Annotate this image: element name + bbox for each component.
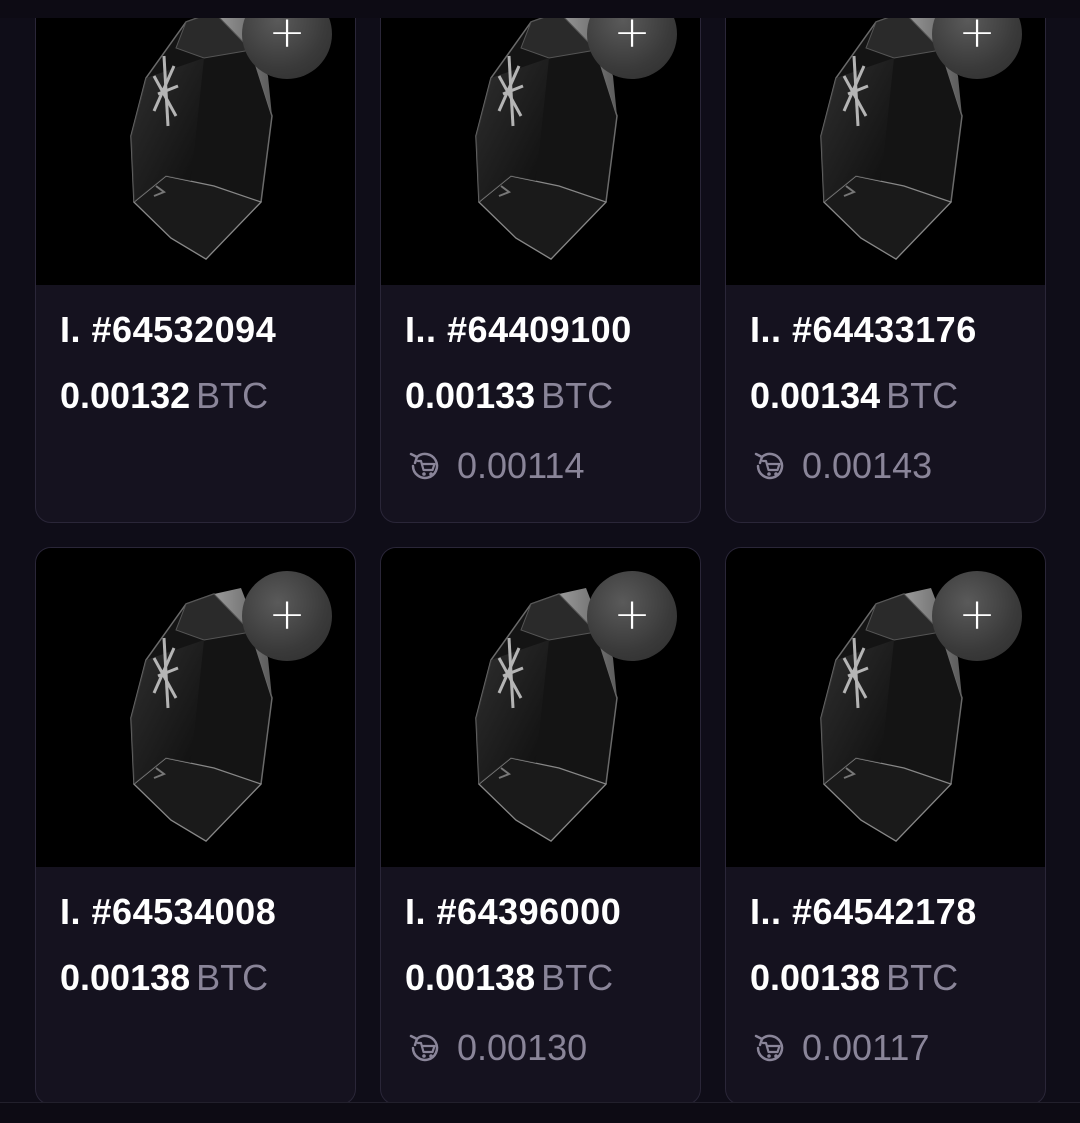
item-grid: + I. #64532094 0.00132 BTC + I.. #644091… — [35, 0, 1046, 1105]
price-value: 0.00138 — [750, 957, 881, 998]
item-name-prefix: I.. — [750, 891, 782, 932]
item-image[interactable]: + — [36, 548, 355, 867]
item-price: 0.00133 BTC — [405, 373, 700, 419]
bottom-bar — [0, 1102, 1080, 1123]
item-number: #64396000 — [436, 891, 622, 932]
add-to-cart-button[interactable]: + — [932, 571, 1022, 661]
plus-icon: + — [958, 589, 996, 640]
price-currency: BTC — [541, 375, 614, 416]
item-name[interactable]: I. #64396000 — [405, 889, 700, 935]
item-info: I. #64396000 0.00138 BTC 0.00130 — [381, 867, 700, 1071]
last-sale: 0.00114 — [405, 443, 700, 489]
item-image[interactable]: + — [381, 0, 700, 285]
item-price: 0.00134 BTC — [750, 373, 1045, 419]
item-price: 0.00138 BTC — [750, 955, 1045, 1001]
cart-refresh-icon — [409, 452, 439, 480]
plus-icon: + — [268, 589, 306, 640]
item-card-3[interactable]: + I.. #64433176 0.00134 BTC 0.00143 — [725, 0, 1046, 523]
item-price: 0.00138 BTC — [405, 955, 700, 1001]
item-number: #64532094 — [91, 309, 277, 350]
item-name[interactable]: I.. #64542178 — [750, 889, 1045, 935]
last-sale-value: 0.00114 — [457, 445, 585, 486]
add-to-cart-button[interactable]: + — [242, 571, 332, 661]
price-currency: BTC — [196, 375, 269, 416]
item-info: I.. #64433176 0.00134 BTC 0.00143 — [726, 285, 1045, 489]
item-image[interactable]: + — [36, 0, 355, 285]
price-value: 0.00134 — [750, 375, 881, 416]
price-currency: BTC — [196, 957, 269, 998]
price-value: 0.00133 — [405, 375, 536, 416]
item-info: I. #64534008 0.00138 BTC — [36, 867, 355, 1071]
price-value: 0.00132 — [60, 375, 191, 416]
cart-refresh-icon — [754, 452, 784, 480]
item-name[interactable]: I.. #64409100 — [405, 307, 700, 353]
price-currency: BTC — [541, 957, 614, 998]
price-currency: BTC — [886, 375, 959, 416]
item-card-2[interactable]: + I.. #64409100 0.00133 BTC 0.00114 — [380, 0, 701, 523]
item-price: 0.00132 BTC — [60, 373, 355, 419]
item-info: I.. #64542178 0.00138 BTC 0.00117 — [726, 867, 1045, 1071]
item-card-4[interactable]: + I. #64534008 0.00138 BTC — [35, 547, 356, 1105]
item-card-1[interactable]: + I. #64532094 0.00132 BTC — [35, 0, 356, 523]
item-card-5[interactable]: + I. #64396000 0.00138 BTC 0.00130 — [380, 547, 701, 1105]
item-name[interactable]: I. #64532094 — [60, 307, 355, 353]
last-sale-value: 0.00143 — [802, 445, 933, 486]
plus-icon: + — [613, 589, 651, 640]
item-name-prefix: I. — [60, 309, 82, 350]
page: + I. #64532094 0.00132 BTC + I.. #644091… — [0, 0, 1080, 1123]
last-sale: 0.00130 — [405, 1025, 700, 1071]
item-name-prefix: I.. — [750, 309, 782, 350]
last-sale: 0.00117 — [750, 1025, 1045, 1071]
item-name-prefix: I. — [405, 891, 427, 932]
item-price: 0.00138 BTC — [60, 955, 355, 1001]
item-image[interactable]: + — [726, 548, 1045, 867]
item-number: #64409100 — [447, 309, 632, 350]
price-currency: BTC — [886, 957, 959, 998]
item-name[interactable]: I.. #64433176 — [750, 307, 1045, 353]
last-sale-value: 0.00117 — [802, 1027, 930, 1068]
item-name[interactable]: I. #64534008 — [60, 889, 355, 935]
item-number: #64433176 — [792, 309, 977, 350]
item-image[interactable]: + — [381, 548, 700, 867]
last-sale-value: 0.00130 — [457, 1027, 588, 1068]
cart-refresh-icon — [754, 1034, 784, 1062]
item-name-prefix: I. — [60, 891, 82, 932]
item-name-prefix: I.. — [405, 309, 437, 350]
item-card-6[interactable]: + I.. #64542178 0.00138 BTC 0.00117 — [725, 547, 1046, 1105]
item-info: I.. #64409100 0.00133 BTC 0.00114 — [381, 285, 700, 489]
cart-refresh-icon — [409, 1034, 439, 1062]
price-value: 0.00138 — [405, 957, 536, 998]
item-number: #64534008 — [91, 891, 277, 932]
top-bar — [0, 0, 1080, 18]
item-info: I. #64532094 0.00132 BTC — [36, 285, 355, 489]
add-to-cart-button[interactable]: + — [587, 571, 677, 661]
last-sale: 0.00143 — [750, 443, 1045, 489]
price-value: 0.00138 — [60, 957, 191, 998]
item-number: #64542178 — [792, 891, 977, 932]
item-image[interactable]: + — [726, 0, 1045, 285]
